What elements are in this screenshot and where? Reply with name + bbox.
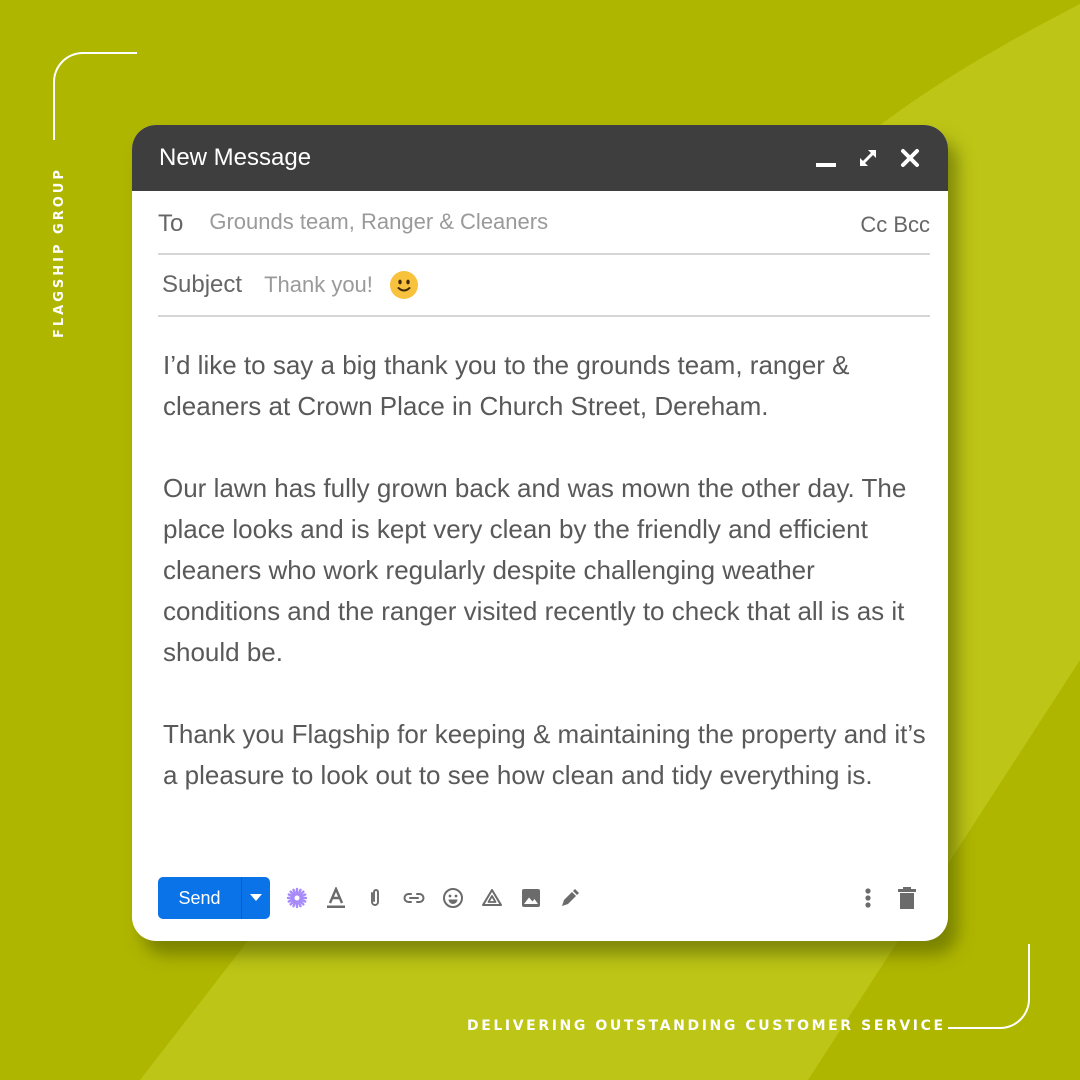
subject-field-row: Subject Thank you! xyxy=(158,255,930,317)
image-icon xyxy=(522,889,540,907)
drive-button[interactable] xyxy=(477,883,507,913)
window-title: New Message xyxy=(159,144,312,171)
send-button[interactable]: Send xyxy=(158,877,241,919)
expand-button[interactable] xyxy=(854,144,882,172)
ai-sparkle-icon xyxy=(286,887,308,909)
minimize-icon xyxy=(816,163,836,167)
insert-image-button[interactable] xyxy=(516,883,546,913)
caret-down-icon xyxy=(250,894,262,901)
message-body[interactable]: I’d like to say a big thank you to the g… xyxy=(163,345,928,796)
close-icon xyxy=(901,149,919,167)
drive-icon xyxy=(482,889,502,906)
subject-text: Thank you! xyxy=(264,272,373,297)
to-input[interactable]: Grounds team, Ranger & Cleaners xyxy=(209,209,860,235)
cc-bcc-link[interactable]: Cc Bcc xyxy=(860,206,930,238)
more-options-button[interactable] xyxy=(853,883,883,913)
signature-pen-icon xyxy=(562,889,579,906)
attach-icon xyxy=(371,889,379,906)
send-button-group: Send xyxy=(158,877,270,919)
compose-toolbar: Send xyxy=(158,877,922,919)
close-button[interactable] xyxy=(896,144,924,172)
body-paragraph: Thank you Flagship for keeping & maintai… xyxy=(163,719,926,790)
minimize-button[interactable] xyxy=(812,144,840,172)
compose-window: New Message To Grounds team, Ranger & Cl… xyxy=(132,125,948,941)
link-button[interactable] xyxy=(399,883,429,913)
emoji-button[interactable] xyxy=(438,883,468,913)
text-format-button[interactable] xyxy=(321,883,351,913)
body-paragraph: Our lawn has fully grown back and was mo… xyxy=(163,473,907,667)
brand-name: FLAGSHIP GROUP xyxy=(52,167,67,338)
subject-label: Subject xyxy=(162,271,243,298)
body-paragraph: I’d like to say a big thank you to the g… xyxy=(163,350,850,421)
emoji-icon xyxy=(443,888,463,908)
decorative-corner-bottom-right xyxy=(948,944,1030,1029)
discard-button[interactable] xyxy=(892,883,922,913)
expand-icon xyxy=(860,150,876,166)
more-options-icon xyxy=(865,888,871,908)
decorative-corner-top-left xyxy=(53,52,137,140)
link-icon xyxy=(403,893,425,903)
trash-icon xyxy=(898,887,916,909)
text-format-icon xyxy=(327,887,345,908)
send-options-button[interactable] xyxy=(241,877,270,919)
signature-button[interactable] xyxy=(555,883,585,913)
smiley-emoji-icon xyxy=(389,271,418,299)
compose-titlebar: New Message xyxy=(132,125,948,191)
subject-input[interactable]: Thank you! xyxy=(264,270,930,300)
to-field-row: To Grounds team, Ranger & Cleaners Cc Bc… xyxy=(158,191,930,255)
tagline: DELIVERING OUTSTANDING CUSTOMER SERVICE xyxy=(467,1018,946,1034)
ai-sparkle-button[interactable] xyxy=(282,883,312,913)
attach-button[interactable] xyxy=(360,883,390,913)
to-label: To xyxy=(158,210,184,237)
